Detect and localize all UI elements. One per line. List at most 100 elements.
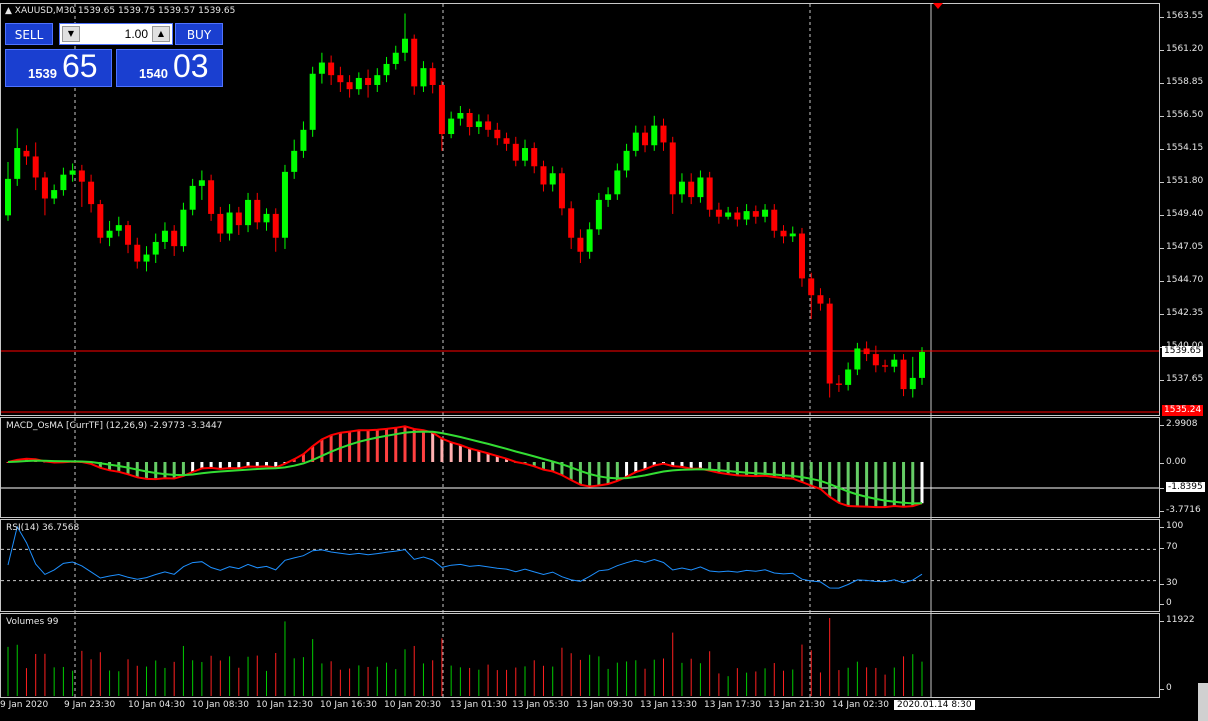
candle-body	[660, 125, 667, 143]
candle-body	[78, 170, 85, 182]
price-axis-tick: 1556.50	[1159, 109, 1204, 120]
candle-body	[817, 295, 824, 304]
candle-body	[762, 209, 769, 217]
buy-price-large: 03	[173, 48, 209, 84]
macd-tick: -1.8395	[1160, 482, 1205, 492]
candle-body	[632, 132, 639, 151]
time-axis-label: 10 Jan 20:30	[384, 700, 441, 710]
candle-body	[254, 199, 261, 223]
time-axis-label: 13 Jan 21:30	[768, 700, 825, 710]
chart-scroll-handle[interactable]	[1198, 683, 1208, 721]
candle-body	[475, 121, 482, 128]
candle-body	[217, 213, 224, 234]
time-axis-label: 9 Jan 2020	[0, 700, 49, 710]
rsi-tick: 0	[1160, 598, 1172, 608]
buy-price-button[interactable]: 1540 03	[116, 48, 223, 87]
candle-body	[485, 121, 492, 130]
time-axis-label: 9 Jan 23:30	[64, 700, 116, 710]
candle-body	[669, 142, 676, 195]
candle-body	[208, 180, 215, 214]
volumes-pane[interactable]	[0, 613, 1160, 698]
candle-body	[512, 143, 519, 161]
lower-price-tag: 1535.24	[1162, 405, 1204, 416]
candle-body	[798, 233, 805, 279]
candle-body	[401, 38, 408, 53]
candle-body	[97, 204, 104, 238]
candle-body	[60, 174, 67, 191]
buy-button[interactable]: BUY	[175, 23, 223, 45]
candle-body	[152, 241, 159, 255]
time-axis-label: 10 Jan 08:30	[192, 700, 249, 710]
rsi-pane[interactable]	[0, 519, 1160, 612]
candle-body	[143, 254, 150, 262]
candle-body	[88, 181, 95, 205]
candle-body	[392, 52, 399, 64]
price-axis-tick: 1554.15	[1159, 142, 1204, 153]
candle-body	[69, 170, 76, 175]
candle-body	[226, 212, 233, 234]
candle-body	[346, 82, 353, 90]
volumes-label: Volumes 99	[6, 617, 59, 627]
time-axis-label: 13 Jan 01:30	[450, 700, 507, 710]
price-axis-tick: 1537.65	[1159, 374, 1204, 384]
candle-body	[300, 129, 307, 151]
candle-body	[383, 63, 390, 76]
candle-body	[743, 211, 750, 220]
candle-body	[23, 150, 30, 157]
candle-body	[678, 181, 685, 195]
candle-body	[328, 62, 335, 76]
candle-body	[235, 212, 242, 226]
macd-tick: 2.9908	[1160, 419, 1198, 429]
macd-pane[interactable]	[0, 417, 1160, 518]
candle-body	[309, 73, 316, 130]
chart-shift-marker-icon	[933, 3, 943, 9]
candle-body	[826, 303, 833, 384]
candle-body	[854, 348, 861, 370]
sell-price-small: 1539	[28, 66, 57, 81]
time-axis-label: 14 Jan 02:30	[832, 700, 889, 710]
rsi-label: RSI(14) 36.7568	[6, 523, 80, 533]
candle-body	[789, 233, 796, 237]
candle-body	[531, 148, 538, 167]
candle-body	[900, 359, 907, 390]
sell-button[interactable]: SELL	[5, 23, 53, 45]
price-axis-tick: 1563.55	[1159, 11, 1204, 21]
candle-body	[337, 75, 344, 83]
candle-body	[374, 75, 381, 85]
lot-decrease-icon[interactable]: ▼	[62, 26, 80, 42]
candle-body	[161, 230, 168, 242]
candle-body	[171, 230, 178, 247]
rsi-tick: 70	[1159, 542, 1178, 552]
candle-body	[522, 148, 529, 161]
macd-tick: -3.7716	[1160, 505, 1201, 515]
current-price-tag: 1539.65	[1162, 346, 1204, 357]
candle-body	[245, 199, 252, 226]
macd-tick: 0.00	[1159, 457, 1187, 467]
candle-body	[180, 209, 187, 247]
lot-increase-icon[interactable]: ▲	[152, 26, 170, 42]
time-axis-label: 10 Jan 04:30	[128, 700, 185, 710]
candle-body	[642, 132, 649, 146]
candle-body	[577, 237, 584, 252]
candle-body	[411, 38, 418, 87]
candle-body	[355, 77, 362, 90]
candle-body	[872, 354, 879, 366]
price-axis-tick: 1547.05	[1159, 242, 1204, 253]
candle-body	[919, 351, 925, 378]
sell-price-button[interactable]: 1539 65	[5, 48, 112, 87]
price-axis-tick: 1561.20	[1159, 43, 1204, 54]
candle-body	[651, 125, 658, 146]
candle-body	[429, 68, 436, 85]
candle-body	[605, 194, 612, 200]
candle-body	[272, 213, 279, 238]
candle-body	[32, 156, 39, 178]
candle-body	[835, 383, 842, 385]
lot-size-stepper: ▼ ▲	[59, 23, 173, 45]
price-axis-tick: 1544.70	[1159, 275, 1204, 286]
buy-price-small: 1540	[139, 66, 168, 81]
candle-body	[706, 177, 713, 210]
candle-body	[318, 62, 325, 74]
price-axis-tick: 1542.35	[1159, 308, 1204, 319]
time-axis-label: 10 Jan 12:30	[256, 700, 313, 710]
lot-size-input[interactable]	[82, 26, 148, 42]
